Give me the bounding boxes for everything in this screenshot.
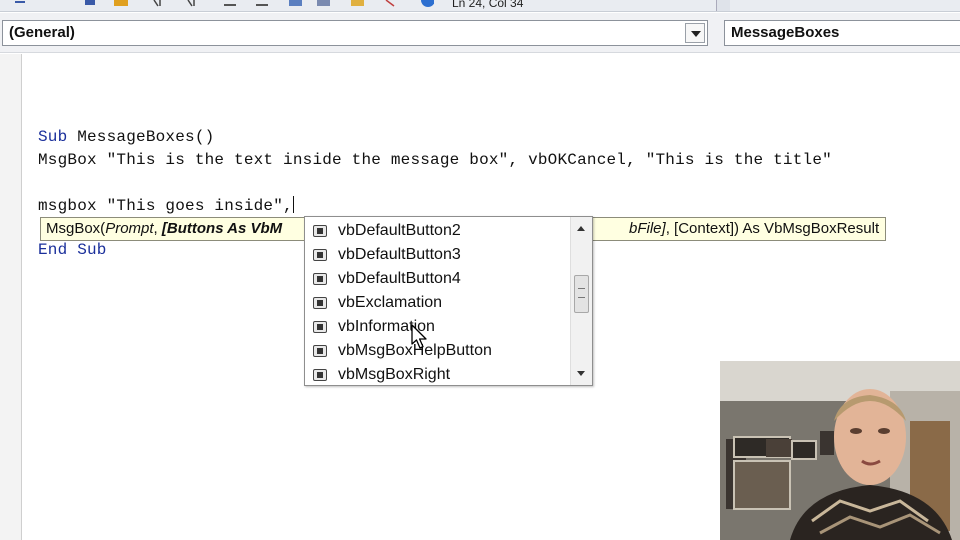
help-icon[interactable] <box>420 0 434 7</box>
list-item[interactable]: vbExclamation <box>311 291 569 315</box>
list-item-label: vbExclamation <box>338 294 443 311</box>
tooltip-prompt: Prompt <box>105 220 154 237</box>
toolbar-overflow-button[interactable] <box>716 0 730 11</box>
object-combobox[interactable]: (General) <box>2 20 708 46</box>
intellisense-scrollbar[interactable] <box>570 217 592 385</box>
object-dropdown-arrow-icon[interactable] <box>685 23 705 43</box>
object-browser-icon[interactable] <box>222 0 236 7</box>
tooltip-helpfile-param: bFile] <box>629 220 666 237</box>
presenter-video-icon <box>720 361 960 540</box>
code-line-sub[interactable]: Sub MessageBoxes() <box>38 128 214 146</box>
sub-signature: MessageBoxes() <box>67 128 215 146</box>
toolbar: Ln 24, Col 34 <box>0 0 960 12</box>
cursor-position-text: Ln 24, Col 34 <box>452 0 524 10</box>
properties-icon[interactable] <box>316 0 330 7</box>
list-item-label: vbMsgBoxRight <box>338 366 451 383</box>
list-item[interactable]: vbMsgBoxRight <box>311 363 569 385</box>
code-window-header: (General) MessageBoxes <box>0 13 960 53</box>
procedure-combobox-value: MessageBoxes <box>731 24 840 41</box>
list-item[interactable]: vbMsgBoxHelpButton <box>311 339 569 363</box>
outdent-icon[interactable] <box>84 0 98 7</box>
mouse-pointer-icon <box>411 324 427 349</box>
list-item[interactable]: vbDefaultButton3 <box>311 243 569 267</box>
list-item[interactable]: vbInformation <box>311 315 569 339</box>
code-line-current[interactable]: msgbox "This goes inside", <box>38 196 294 215</box>
code-line-msgbox[interactable]: MsgBox "This is the text inside the mess… <box>38 151 832 169</box>
indent-icon[interactable] <box>14 0 28 7</box>
margin-indicator-bar[interactable] <box>0 54 22 540</box>
constant-icon <box>313 225 327 237</box>
list-item-label: vbDefaultButton4 <box>338 270 461 287</box>
scroll-down-arrow-icon[interactable] <box>571 365 592 383</box>
tooltip-separator: , <box>153 220 162 237</box>
list-item-label: vbDefaultButton2 <box>338 222 461 239</box>
tooltip-buttons-param: [Buttons As VbM <box>161 220 283 237</box>
webcam-overlay <box>720 361 960 540</box>
toolbox-icon[interactable] <box>288 0 302 7</box>
immediate-icon[interactable] <box>384 0 398 7</box>
uncomment-icon[interactable] <box>152 0 166 7</box>
tooltip-context-return: , [Context]) As VbMsgBoxResult <box>665 220 880 237</box>
project-explorer-icon[interactable] <box>350 0 364 7</box>
current-line-text: msgbox "This goes inside", <box>38 197 293 215</box>
list-item-label: vbDefaultButton3 <box>338 246 461 263</box>
procedure-combobox[interactable]: MessageBoxes <box>724 20 960 46</box>
bookmark-icon[interactable] <box>186 0 200 7</box>
constant-icon <box>313 345 327 357</box>
scrollbar-thumb[interactable] <box>574 274 589 313</box>
text-caret <box>292 196 294 213</box>
constant-icon <box>313 369 327 381</box>
code-line-end-sub[interactable]: End Sub <box>38 241 107 259</box>
constant-icon <box>313 273 327 285</box>
constant-icon <box>313 249 327 261</box>
tooltip-tail: bFile], [Context]) As VbMsgBoxResult <box>629 220 879 237</box>
constant-icon <box>313 297 327 309</box>
list-item[interactable]: vbDefaultButton4 <box>311 267 569 291</box>
list-item[interactable]: vbDefaultButton2 <box>311 219 569 243</box>
object-combobox-value: (General) <box>9 24 75 41</box>
tooltip-function: MsgBox( <box>46 220 106 237</box>
keyword-sub: Sub <box>38 128 68 146</box>
constant-icon <box>313 321 327 333</box>
comment-icon[interactable] <box>114 0 128 7</box>
scroll-up-arrow-icon[interactable] <box>571 221 592 239</box>
watch-icon[interactable] <box>254 0 268 7</box>
intellisense-list[interactable]: vbDefaultButton2 vbDefaultButton3 vbDefa… <box>304 216 593 386</box>
